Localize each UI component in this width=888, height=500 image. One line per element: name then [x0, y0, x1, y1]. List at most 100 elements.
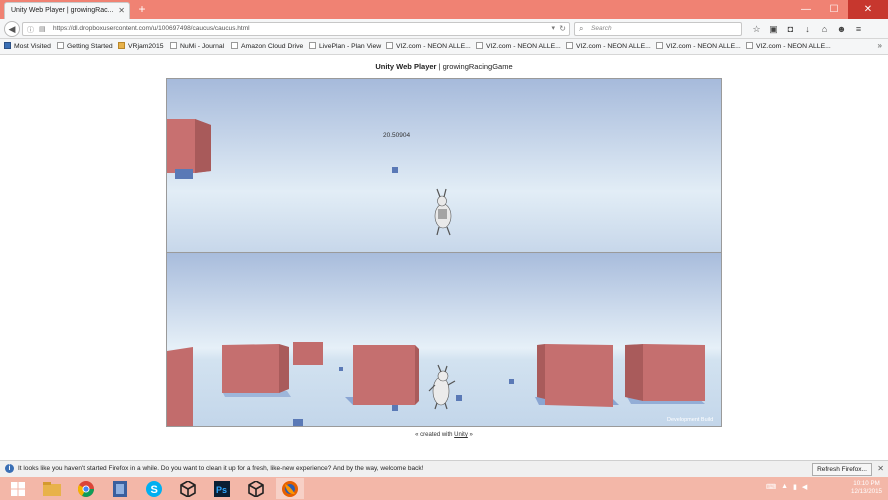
- bookmark-numi-journal[interactable]: NuMi - Journal: [170, 42, 224, 50]
- tab-title: Unity Web Player | growingRac...: [11, 7, 114, 14]
- bookmark-label: VIZ.com - NEON ALLE...: [396, 43, 471, 50]
- bookmarks-overflow-icon[interactable]: »: [878, 41, 882, 50]
- cube: [545, 344, 613, 407]
- bookmark-label: VRjam2015: [128, 43, 164, 50]
- cube-side: [625, 344, 643, 401]
- chat-icon[interactable]: ☻: [833, 22, 850, 36]
- firefox-icon[interactable]: [276, 478, 304, 499]
- lock-icon[interactable]: ▤: [39, 25, 46, 33]
- unity-icon[interactable]: [174, 478, 202, 499]
- cube: [643, 344, 705, 401]
- notification-text: It looks like you haven't started Firefo…: [18, 465, 424, 472]
- close-tab-icon[interactable]: ✕: [118, 6, 125, 15]
- chrome-icon[interactable]: [72, 478, 100, 499]
- windows-start-icon[interactable]: [4, 478, 32, 499]
- back-button[interactable]: ◀: [4, 21, 20, 37]
- bookmark-amazon-cloud-drive[interactable]: Amazon Cloud Drive: [231, 42, 303, 50]
- folder-icon: [118, 42, 125, 49]
- system-tray: ⌨ ▲ ▮ ◀: [766, 483, 807, 491]
- cube: [293, 342, 323, 365]
- app-icon[interactable]: [106, 478, 134, 499]
- bookmarks-toolbar: Most Visited Getting Started VRjam2015 N…: [0, 39, 888, 55]
- browser-tab[interactable]: Unity Web Player | growingRac... ✕: [4, 2, 130, 19]
- skype-icon[interactable]: S: [140, 478, 168, 499]
- svg-text:S: S: [151, 484, 158, 496]
- score-text: 20.50904: [383, 132, 410, 139]
- bookmark-liveplan[interactable]: LivePlan - Plan View: [309, 42, 381, 50]
- window-controls: — ☐ ✕: [792, 0, 888, 19]
- bookmark-label: Most Visited: [14, 43, 51, 50]
- download-icon[interactable]: ↓: [799, 22, 816, 36]
- minimize-icon[interactable]: —: [792, 0, 820, 19]
- photoshop-icon[interactable]: Ps: [208, 478, 236, 499]
- file-explorer-icon[interactable]: [38, 478, 66, 499]
- small-cube: [339, 367, 343, 371]
- unity-game-viewport[interactable]: 20.50904 Development Build: [166, 78, 722, 427]
- unity-icon[interactable]: [242, 478, 270, 499]
- page-icon: [57, 42, 64, 49]
- new-tab-button[interactable]: +: [135, 2, 149, 16]
- credit-line: « created with Unity »: [0, 432, 888, 438]
- site-info-icon[interactable]: ⓘ: [27, 25, 34, 35]
- bookmark-getting-started[interactable]: Getting Started: [57, 42, 113, 50]
- credit-suffix: »: [467, 432, 473, 438]
- small-cube: [509, 379, 514, 384]
- reload-icon[interactable]: ↻: [559, 24, 566, 33]
- page-icon: [746, 42, 753, 49]
- volume-icon[interactable]: ◀: [802, 483, 807, 491]
- bookmark-viz-3[interactable]: VIZ.com - NEON ALLE...: [566, 42, 651, 50]
- refresh-firefox-button[interactable]: Refresh Firefox...: [812, 463, 872, 476]
- bookmark-label: VIZ.com - NEON ALLE...: [486, 43, 561, 50]
- cube: [353, 345, 415, 405]
- windows-taskbar: S Ps ⌨ ▲ ▮ ◀ 10:10 PM 12/13/2015: [0, 477, 888, 500]
- gear-icon: [4, 42, 11, 49]
- development-build-label: Development Build: [667, 417, 713, 423]
- page-title: Unity Web Player | growingRacingGame: [0, 62, 888, 71]
- menu-icon[interactable]: ≡: [850, 22, 867, 36]
- firefox-notification-bar: i It looks like you haven't started Fire…: [0, 460, 888, 477]
- cube-side: [279, 344, 289, 393]
- bookmark-vrjam2015[interactable]: VRjam2015: [118, 42, 164, 50]
- url-dropdown-icon[interactable]: ▾: [551, 24, 555, 32]
- cube-left-edge: [167, 347, 193, 426]
- bookmark-label: VIZ.com - NEON ALLE...: [666, 43, 741, 50]
- page-icon: [476, 42, 483, 49]
- tray-expand-icon[interactable]: ▲: [781, 483, 788, 491]
- small-cube: [456, 395, 462, 401]
- network-icon[interactable]: ▮: [793, 483, 797, 491]
- page-icon: [170, 42, 177, 49]
- bookmark-star-icon[interactable]: ☆: [748, 22, 765, 36]
- clock-date: 12/13/2015: [851, 488, 882, 495]
- url-text[interactable]: https://dl.dropboxusercontent.com/u/1006…: [53, 25, 250, 32]
- bookmark-viz-2[interactable]: VIZ.com - NEON ALLE...: [476, 42, 561, 50]
- pocket-icon[interactable]: ◘: [782, 22, 799, 36]
- close-notification-icon[interactable]: ✕: [877, 464, 884, 473]
- url-bar[interactable]: ⓘ ▤ https://dl.dropboxusercontent.com/u/…: [22, 22, 570, 36]
- svg-text:Ps: Ps: [216, 485, 227, 495]
- maximize-icon[interactable]: ☐: [820, 0, 848, 19]
- bookmark-viz-5[interactable]: VIZ.com - NEON ALLE...: [746, 42, 831, 50]
- keyboard-icon[interactable]: ⌨: [766, 483, 776, 491]
- page-icon: [309, 42, 316, 49]
- unity-link[interactable]: Unity: [454, 432, 468, 438]
- bookmark-viz-1[interactable]: VIZ.com - NEON ALLE...: [386, 42, 471, 50]
- window-close-icon[interactable]: ✕: [848, 0, 888, 19]
- page-title-rest: | growingRacingGame: [436, 62, 513, 71]
- bookmark-label: VIZ.com - NEON ALLE...: [576, 43, 651, 50]
- reading-list-icon[interactable]: ▣: [765, 22, 782, 36]
- search-box[interactable]: ⌕ Search: [574, 22, 742, 36]
- taskbar-clock[interactable]: 10:10 PM 12/13/2015: [851, 480, 882, 496]
- bookmark-label: LivePlan - Plan View: [319, 43, 382, 50]
- bookmark-most-visited[interactable]: Most Visited: [4, 42, 51, 50]
- cube-top-view-side: [195, 119, 211, 173]
- page-icon: [566, 42, 573, 49]
- bookmark-viz-4[interactable]: VIZ.com - NEON ALLE...: [656, 42, 741, 50]
- window-titlebar: Unity Web Player | growingRac... ✕ + — ☐…: [0, 0, 888, 19]
- cube: [222, 344, 279, 393]
- cube-side: [415, 345, 419, 405]
- page-icon: [386, 42, 393, 49]
- page-title-bold: Unity Web Player: [375, 62, 437, 71]
- home-icon[interactable]: ⌂: [816, 22, 833, 36]
- bookmark-label: NuMi - Journal: [180, 43, 225, 50]
- credit-prefix: « created with: [415, 432, 455, 438]
